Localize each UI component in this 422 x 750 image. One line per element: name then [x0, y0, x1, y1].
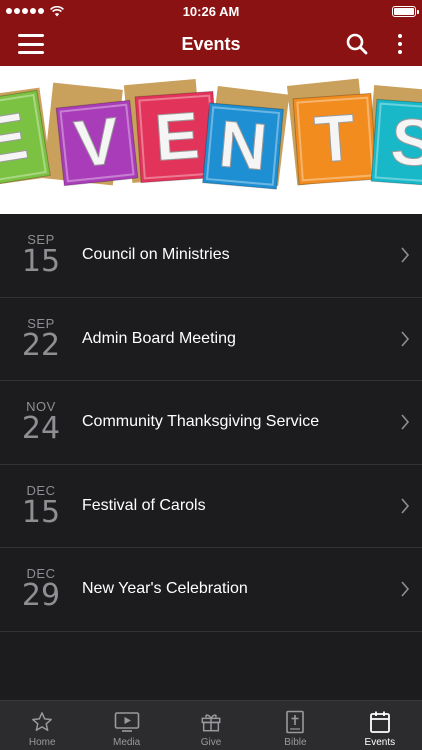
chevron-right-icon: [388, 498, 422, 514]
chevron-right-icon: [388, 247, 422, 263]
banner-letter: S: [389, 104, 422, 181]
battery-icon: [392, 5, 419, 17]
event-title: Festival of Carols: [82, 496, 206, 514]
event-day: 15: [21, 244, 61, 280]
search-icon: [346, 33, 368, 55]
chevron-right-icon: [388, 581, 422, 597]
tab-events[interactable]: Events: [338, 701, 422, 750]
event-title: Admin Board Meeting: [82, 329, 236, 347]
banner-letter: T: [312, 100, 357, 177]
tab-bible[interactable]: Bible: [253, 701, 337, 750]
event-day: 24: [21, 411, 61, 447]
navigation-bar: Events: [0, 22, 422, 66]
chevron-right-icon: [388, 414, 422, 430]
events-banner: EVENTS: [0, 66, 422, 214]
event-date: SEP 15: [0, 233, 82, 277]
event-date: DEC 15: [0, 483, 82, 530]
calendar-icon: [369, 709, 391, 735]
event-row[interactable]: SEP 15 Council on Ministries: [0, 214, 422, 298]
event-row[interactable]: NOV 24 Community Thanksgiving Service: [0, 381, 422, 465]
tab-label: Bible: [284, 737, 307, 748]
tab-bar: Home Media Give Bible Events: [0, 700, 422, 750]
event-list: SEP 15 Council on Ministries SEP 22 Admi…: [0, 214, 422, 632]
event-date: NOV 24: [0, 400, 82, 444]
event-day: 15: [21, 494, 61, 530]
search-button[interactable]: [346, 33, 368, 55]
banner-letter-tile: V: [55, 99, 139, 187]
tab-label: Events: [364, 737, 396, 748]
wifi-icon: [50, 5, 64, 16]
banner-letter: N: [216, 106, 270, 184]
banner-letter-tile: N: [202, 102, 284, 190]
event-date: DEC 29: [0, 567, 82, 611]
banner-letter-tile: E: [0, 89, 51, 189]
tab-label: Media: [112, 737, 141, 748]
gift-icon: [200, 709, 222, 735]
banner-letter: E: [152, 98, 201, 175]
signal-strength-icon: [6, 8, 44, 14]
bible-icon: [285, 709, 305, 735]
event-title: New Year's Celebration: [82, 580, 248, 598]
chevron-right-icon: [388, 331, 422, 347]
tab-label: Give: [200, 737, 222, 748]
status-bar: 10:26 AM: [0, 0, 422, 22]
banner-letter-tile: T: [292, 92, 378, 186]
star-icon: [31, 709, 53, 735]
event-row[interactable]: DEC 15 Festival of Carols: [0, 464, 422, 548]
event-row[interactable]: DEC 29 New Year's Celebration: [0, 548, 422, 632]
signal-area: [6, 5, 64, 17]
event-day: 29: [21, 578, 61, 614]
event-date: SEP 22: [0, 316, 82, 363]
event-row[interactable]: SEP 22 Admin Board Meeting: [0, 297, 422, 381]
play-screen-icon: [114, 709, 140, 735]
banner-letter: V: [71, 103, 123, 181]
more-options-button[interactable]: [390, 34, 410, 54]
tab-label: Home: [28, 737, 56, 748]
tab-give[interactable]: Give: [169, 701, 253, 750]
event-title: Community Thanksgiving Service: [82, 413, 320, 431]
tab-home[interactable]: Home: [0, 701, 84, 750]
banner-letter-tile: S: [370, 98, 422, 188]
menu-button[interactable]: [18, 34, 44, 54]
events-banner-graphic: EVENTS: [0, 78, 422, 190]
event-day: 22: [21, 327, 61, 363]
tab-media[interactable]: Media: [84, 701, 168, 750]
event-title: Council on Ministries: [82, 246, 230, 264]
